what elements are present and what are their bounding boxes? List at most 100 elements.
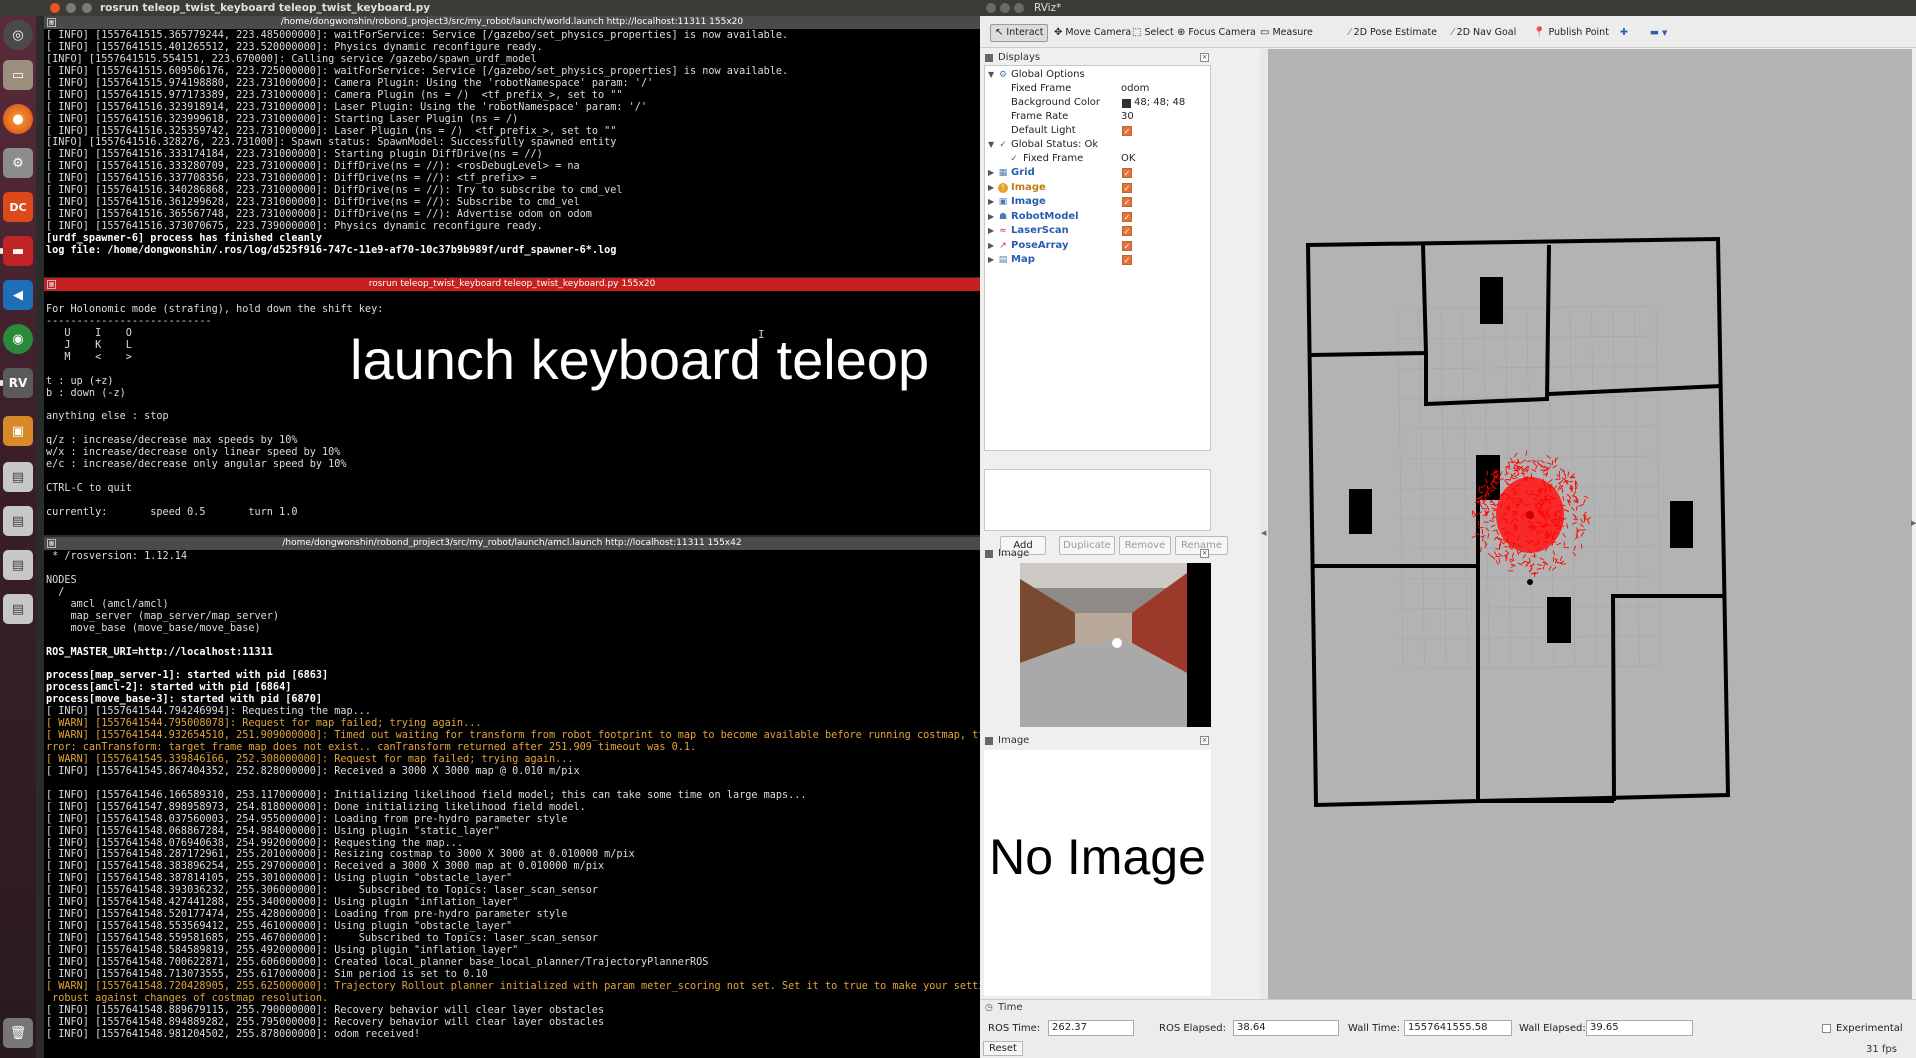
display-row-laserscan[interactable]: ▶ ≈ LaserScan ✓ [985, 224, 1210, 238]
collapsed-arrow-icon[interactable]: ▶ [988, 181, 994, 195]
terminal-amcl-launch[interactable]: ▦ /home/dongwonshin/robond_project3/src/… [44, 537, 980, 1058]
global-options-row[interactable]: ▼ ⚙ Global Options [985, 68, 1210, 82]
expanded-arrow-icon[interactable]: ▼ [988, 68, 994, 82]
focus-camera-tool[interactable]: ⊕ Focus Camera [1173, 24, 1260, 42]
display-enabled-checkbox[interactable]: ✓ [1122, 211, 1132, 222]
display-row-robotmodel[interactable]: ▶ ☗ RobotModel ✓ [985, 210, 1210, 224]
global-status-row[interactable]: ▼ ✓ Global Status: Ok [985, 138, 1210, 152]
terminal-line: [ INFO] [1557641548.894889282, 255.79500… [46, 1016, 605, 1028]
collapsed-arrow-icon[interactable]: ▶ [988, 253, 994, 267]
collapsed-arrow-icon[interactable]: ▶ [988, 224, 994, 238]
default-light-row[interactable]: Default Light ✓ [985, 124, 1210, 138]
drive-icon[interactable]: ▤ [3, 462, 33, 492]
display-enabled-checkbox[interactable]: ✓ [1122, 168, 1132, 178]
terminal-line: [ INFO] [1557641545.867404352, 252.82800… [46, 765, 580, 777]
displays-dock-title: Displays [984, 51, 1211, 65]
display-enabled-checkbox[interactable]: ✓ [1122, 226, 1132, 236]
frame-rate-value[interactable]: 30 [1121, 110, 1134, 124]
firefox-icon[interactable]: ● [3, 104, 33, 134]
frame-rate-row[interactable]: Frame Rate 30 [985, 110, 1210, 124]
terminal-teleop[interactable]: ▦ rosrun teleop_twist_keyboard teleop_tw… [44, 278, 980, 535]
reset-button[interactable]: Reset [983, 1041, 1023, 1056]
move-camera-label: Move Camera [1065, 27, 1132, 38]
rviz-minimize-button[interactable] [1000, 3, 1010, 13]
gazebo-icon[interactable]: ◉ [3, 324, 33, 354]
drive-icon[interactable]: ▤ [3, 550, 33, 580]
background-color-row[interactable]: Background Color 48; 48; 48 [985, 96, 1210, 110]
background-color-value[interactable]: 48; 48; 48 [1134, 96, 1185, 110]
display-enabled-checkbox[interactable]: ✓ [1122, 255, 1132, 265]
viewport-right-collapse-icon[interactable]: ▶ [1911, 519, 1916, 527]
display-enabled-checkbox[interactable]: ✓ [1122, 240, 1132, 251]
panel-splitter[interactable]: ◀ [1260, 49, 1268, 1017]
collapse-arrow-icon[interactable]: ◀ [1261, 529, 1266, 537]
dc-app-icon[interactable]: DC [3, 192, 33, 222]
publish-point-icon: 📍 [1533, 27, 1546, 38]
publish-point-tool[interactable]: 📍 Publish Point [1529, 24, 1613, 42]
ubuntu-dash-icon[interactable]: ◎ [3, 20, 33, 50]
remove-tool-menu[interactable]: ▬ ▼ [1646, 24, 1671, 42]
move-camera-icon: ✥ [1054, 27, 1063, 38]
terminal-line: map_server (map_server/map_server) [46, 610, 280, 622]
collapsed-arrow-icon[interactable]: ▶ [988, 239, 994, 253]
fixed-frame-label: Fixed Frame [1011, 83, 1072, 94]
rviz-3d-viewport[interactable] [1268, 49, 1912, 1017]
interact-icon: ↖ [995, 27, 1004, 38]
drive-icon[interactable]: ▤ [3, 594, 33, 624]
wall-elapsed-field[interactable]: 39.65 [1586, 1020, 1693, 1036]
terminal-icon[interactable]: ▬ [3, 236, 33, 266]
terminal-line: [ INFO] [1557641548.068867284, 254.98400… [46, 825, 500, 837]
interact-tool[interactable]: ↖ Interact [990, 24, 1049, 42]
collapsed-arrow-icon[interactable]: ▶ [988, 166, 994, 180]
wall-time-field[interactable]: 1557641555.58 [1404, 1020, 1512, 1036]
minimize-window-button[interactable] [66, 3, 76, 13]
status-fixed-frame-row[interactable]: ✓ Fixed Frame OK [985, 152, 1210, 166]
ros-elapsed-field[interactable]: 38.64 [1233, 1020, 1339, 1036]
displays-tree[interactable]: ▼ ⚙ Global Options Fixed Frame odom Back… [984, 65, 1211, 451]
move-camera-tool[interactable]: ✥ Move Camera [1050, 24, 1135, 42]
display-row-image[interactable]: ▶ ▣ Image ✓ [985, 195, 1210, 209]
terminal-menu-icon[interactable]: ▦ [47, 539, 56, 548]
displays-close-icon[interactable]: × [1200, 53, 1209, 62]
experimental-checkbox[interactable] [1822, 1024, 1831, 1033]
display-row-map[interactable]: ▶ ▤ Map ✓ [985, 253, 1210, 267]
collapsed-arrow-icon[interactable]: ▶ [988, 210, 994, 224]
display-row-image[interactable]: ▶! Image ✓ [985, 181, 1210, 195]
settings-gear-icon[interactable]: ⚙ [3, 148, 33, 178]
add-tool-button[interactable]: ✚ [1616, 24, 1632, 42]
display-name: Image [1011, 196, 1046, 207]
display-row-posearray[interactable]: ▶ ↗ PoseArray ✓ [985, 239, 1210, 253]
rviz-maximize-button[interactable] [1014, 3, 1024, 13]
close-window-button[interactable] [50, 3, 60, 13]
image-close-icon-2[interactable]: × [1200, 736, 1209, 745]
expanded-arrow-icon[interactable]: ▼ [988, 138, 994, 152]
grid-icon: ▦ [998, 168, 1008, 178]
fixed-frame-row[interactable]: Fixed Frame odom [985, 82, 1210, 96]
display-enabled-checkbox[interactable]: ✓ [1122, 197, 1132, 207]
package-icon[interactable]: ▣ [3, 416, 33, 446]
trash-icon[interactable]: 🗑 [3, 1018, 33, 1048]
pose-estimate-icon: ⁄ [1349, 27, 1351, 38]
rviz-icon[interactable]: RV [3, 368, 33, 398]
color-swatch[interactable] [1122, 99, 1131, 108]
display-row-grid[interactable]: ▶ ▦ Grid ✓ [985, 166, 1210, 180]
files-icon[interactable]: ▭ [3, 60, 33, 90]
image-close-icon[interactable]: × [1200, 549, 1209, 558]
default-light-checkbox[interactable]: ✓ [1122, 126, 1132, 136]
maximize-window-button[interactable] [82, 3, 92, 13]
measure-tool[interactable]: ▭ Measure [1256, 24, 1317, 42]
rviz-close-button[interactable] [986, 3, 996, 13]
pose-estimate-tool[interactable]: ⁄ 2D Pose Estimate [1345, 24, 1441, 42]
drive-icon[interactable]: ▤ [3, 506, 33, 536]
select-tool[interactable]: ⬚ Select [1128, 24, 1178, 42]
fixed-frame-value[interactable]: odom [1121, 82, 1149, 96]
vscode-icon[interactable]: ◀ [3, 280, 33, 310]
terminal-world-launch[interactable]: ▦ /home/dongwonshin/robond_project3/src/… [44, 16, 980, 277]
terminal-output: For Holonomic mode (strafing), hold down… [44, 291, 980, 520]
ros-time-field[interactable]: 262.37 [1048, 1020, 1134, 1036]
collapsed-arrow-icon[interactable]: ▶ [988, 195, 994, 209]
terminal-menu-icon[interactable]: ▦ [47, 280, 56, 289]
display-enabled-checkbox[interactable]: ✓ [1122, 182, 1132, 193]
nav-goal-tool[interactable]: ⁄ 2D Nav Goal [1448, 24, 1520, 42]
terminal-menu-icon[interactable]: ▦ [47, 18, 56, 27]
